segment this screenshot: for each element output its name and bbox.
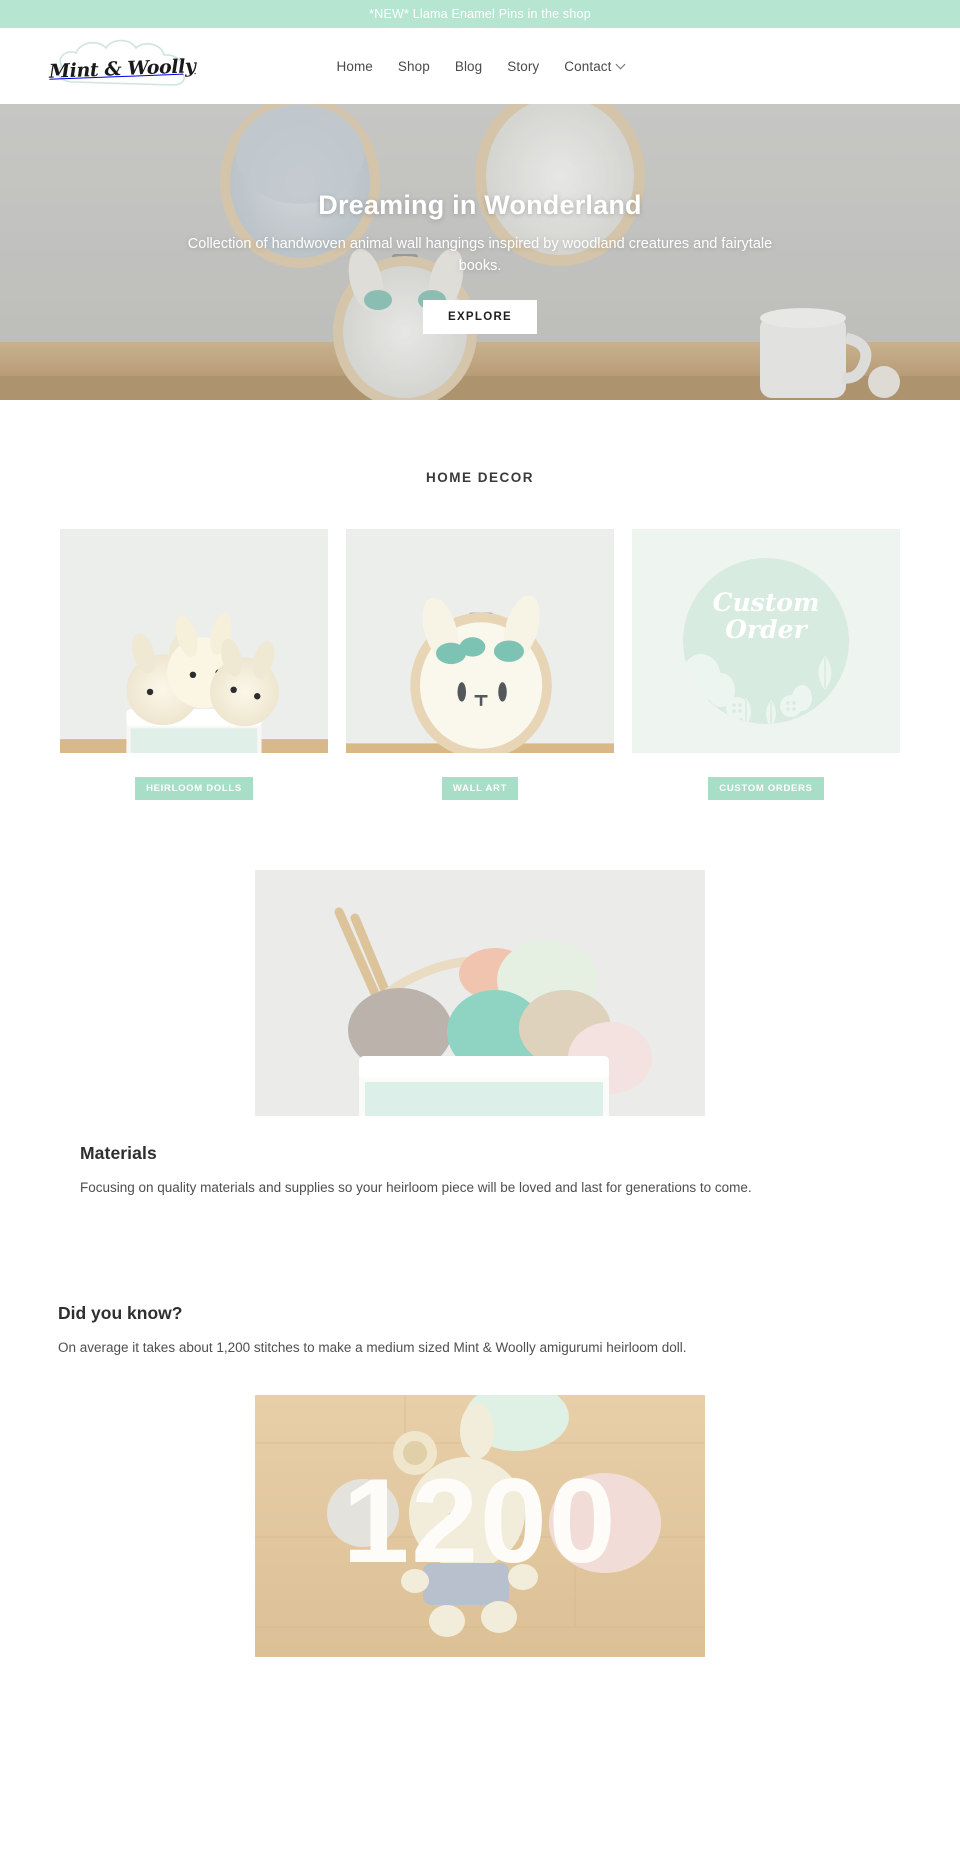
collection-card-custom-orders[interactable]: Custom Order CUSTOM ORDERS	[632, 529, 900, 800]
materials-image-wrap	[255, 870, 705, 1116]
card-label-row: WALL ART	[346, 753, 614, 800]
card-label-heirloom-dolls[interactable]: HEIRLOOM DOLLS	[135, 777, 253, 800]
collection-card-wall-art[interactable]: WALL ART	[346, 529, 614, 800]
explore-button[interactable]: EXPLORE	[422, 299, 538, 334]
card-media: Custom Order	[632, 529, 900, 753]
custom-order-circle: Custom Order	[683, 558, 849, 724]
card-label-row: CUSTOM ORDERS	[632, 753, 900, 800]
materials-body: Focusing on quality materials and suppli…	[80, 1180, 752, 1195]
fact-text: Did you know? On average it takes about …	[0, 1303, 960, 1377]
card-media	[60, 529, 328, 753]
custom-order-script: Custom Order	[683, 588, 849, 644]
nav-item-home[interactable]: Home	[336, 59, 372, 74]
fact-title: Did you know?	[58, 1302, 183, 1323]
nav-label: Blog	[454, 58, 483, 74]
card-label-custom-orders[interactable]: CUSTOM ORDERS	[708, 777, 824, 800]
custom-order-graphic: Custom Order	[632, 529, 900, 753]
fact-body: On average it takes about 1,200 stitches…	[58, 1339, 687, 1355]
nav-item-blog[interactable]: Blog	[455, 59, 482, 74]
heirloom-dolls-image	[60, 529, 328, 753]
wall-art-image	[346, 529, 614, 753]
fact-number: 1200	[342, 1454, 618, 1589]
card-media	[346, 529, 614, 753]
nav-item-story[interactable]: Story	[507, 59, 539, 74]
fact-section: Did you know? On average it takes about …	[0, 1199, 960, 1657]
card-label-wall-art[interactable]: WALL ART	[441, 777, 519, 800]
announcement-text: *NEW* Llama Enamel Pins in the shop	[369, 7, 591, 21]
nav-label: Shop	[397, 58, 430, 74]
materials-section: Materials Focusing on quality materials …	[0, 800, 960, 1199]
nav-item-shop[interactable]: Shop	[398, 59, 430, 74]
site-logo[interactable]: Mint & Woolly	[48, 36, 196, 96]
collection-card-heirloom-dolls[interactable]: HEIRLOOM DOLLS	[60, 529, 328, 800]
nav-label: Home	[336, 58, 373, 74]
site-header: Mint & Woolly Home Shop Blog Story Conta…	[0, 28, 960, 104]
nav-label: Contact	[564, 58, 612, 74]
collection-grid: HEIRLOOM DOLLS WALL ART Custom Order CUS…	[0, 485, 960, 800]
nav-label: Story	[507, 58, 540, 74]
hero-title: Dreaming in Wonderland	[318, 190, 642, 220]
fact-image-wrap: 1200	[255, 1394, 705, 1657]
card-label-row: HEIRLOOM DOLLS	[60, 753, 328, 800]
custom-order-line-2: Order	[725, 614, 807, 644]
materials-text: Materials Focusing on quality materials …	[0, 1116, 960, 1199]
materials-title: Materials	[80, 1143, 157, 1163]
hero-banner: Dreaming in Wonderland Collection of han…	[0, 104, 960, 400]
chevron-down-icon	[615, 59, 625, 69]
custom-order-line-1: Custom	[712, 588, 820, 617]
hero-content: Dreaming in Wonderland Collection of han…	[0, 190, 960, 334]
materials-image	[255, 870, 705, 1116]
hero-subtitle: Collection of handwoven animal wall hang…	[187, 236, 773, 274]
nav-item-contact[interactable]: Contact	[564, 58, 625, 74]
section-heading-home-decor: HOME DECOR	[425, 470, 534, 485]
announcement-bar: *NEW* Llama Enamel Pins in the shop	[0, 0, 960, 28]
